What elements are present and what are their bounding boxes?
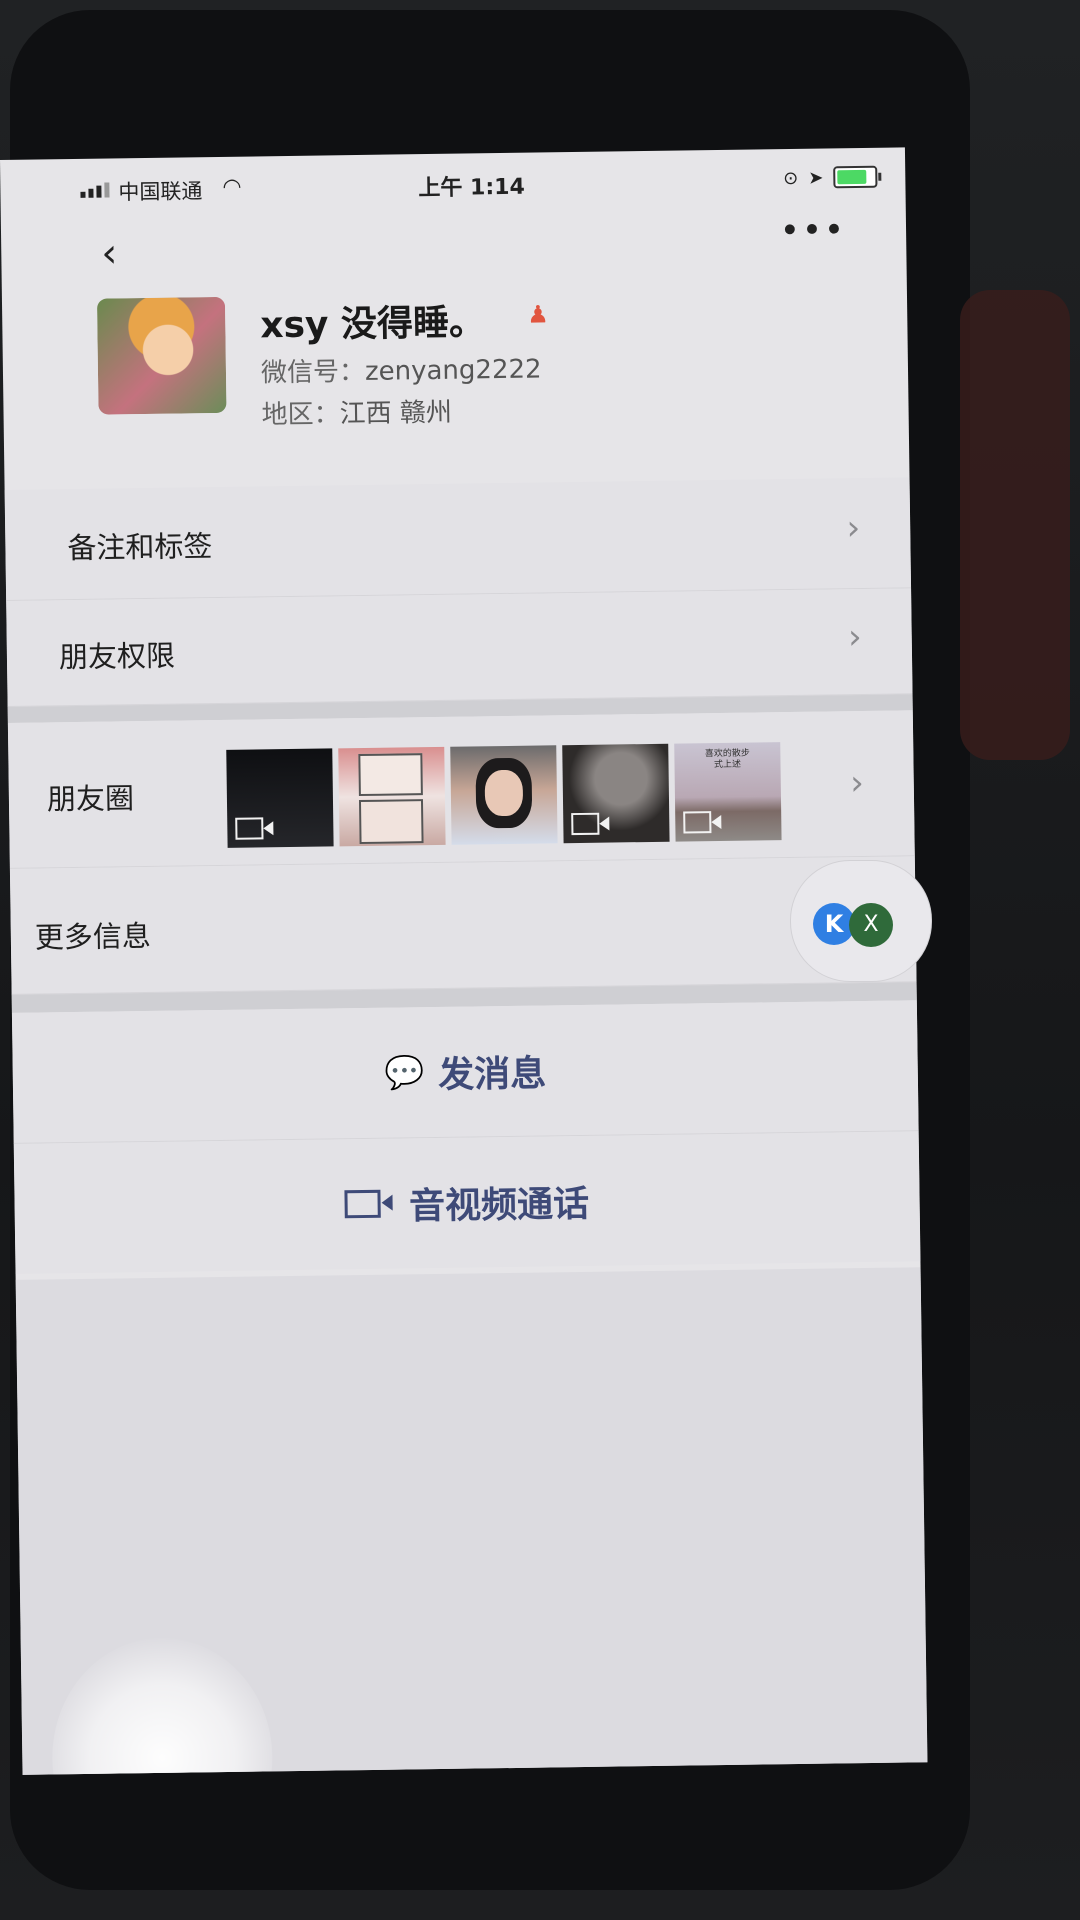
battery-icon <box>833 165 878 189</box>
notes-tags-row[interactable]: 备注和标签 › <box>4 477 912 601</box>
nickname: xsy 没得睡。 <box>260 302 486 347</box>
status-bar: 中国联通 ◠ 上午 1:14 ⊙ ➤ <box>0 147 906 220</box>
chevron-right-icon: › <box>846 508 861 549</box>
close-icon[interactable]: X <box>849 903 893 947</box>
region-value: 江西 赣州 <box>339 397 453 430</box>
region: 地区：江西 赣州 <box>261 392 452 432</box>
moments-label: 朋友圈 <box>46 781 135 817</box>
phone-screen: 中国联通 ◠ 上午 1:14 ⊙ ➤ ‹ ••• xsy 没得睡。 ♟ 微信号：… <box>0 147 928 1775</box>
chevron-right-icon: › <box>849 763 865 804</box>
floating-widget[interactable]: K X <box>790 860 932 982</box>
send-message-button[interactable]: 💬 发消息 <box>11 1000 919 1144</box>
rotation-lock-icon: ⊙ <box>782 167 799 189</box>
video-icon <box>683 811 712 834</box>
moments-row[interactable]: 朋友圈 喜欢的散步 式上述 › <box>7 710 915 869</box>
friend-permissions-label: 朋友权限 <box>58 638 176 675</box>
background-object <box>960 290 1070 760</box>
chevron-right-icon: › <box>847 617 863 658</box>
carrier-label: 中国联通 <box>118 179 203 205</box>
photo-frame: 中国联通 ◠ 上午 1:14 ⊙ ➤ ‹ ••• xsy 没得睡。 ♟ 微信号：… <box>0 0 1080 1920</box>
thumbnail-caption: 喜欢的散步 式上述 <box>704 748 750 770</box>
avatar[interactable] <box>96 296 227 415</box>
more-options-button[interactable]: ••• <box>780 210 847 251</box>
video-call-label: 音视频通话 <box>408 1183 590 1228</box>
moments-thumbnail[interactable] <box>562 743 670 844</box>
region-label: 地区： <box>261 399 340 431</box>
profile-header: xsy 没得睡。 ♟ 微信号：zenyang2222 地区：江西 赣州 <box>96 288 879 439</box>
moments-thumbnail[interactable] <box>450 745 558 845</box>
moments-thumbnails: 喜欢的散步 式上述 <box>226 742 782 848</box>
video-icon <box>235 817 264 840</box>
status-time: 上午 1:14 <box>418 174 525 202</box>
moments-thumbnail[interactable] <box>338 746 446 847</box>
gender-icon: ♟ <box>527 300 549 329</box>
more-info-label: 更多信息 <box>34 918 152 955</box>
back-button[interactable]: ‹ <box>101 230 118 276</box>
photo-frame-detail <box>358 799 424 845</box>
location-icon: ➤ <box>808 167 824 189</box>
moments-thumbnail[interactable] <box>226 748 334 848</box>
photo-frame-detail <box>358 753 423 797</box>
wifi-icon: ◠ <box>222 174 242 200</box>
message-icon: 💬 <box>384 1053 425 1092</box>
wechat-id-label: 微信号： <box>260 356 366 389</box>
signal-icon <box>80 182 110 198</box>
send-message-label: 发消息 <box>437 1053 547 1096</box>
friend-permissions-row[interactable]: 朋友权限 › <box>6 588 913 707</box>
notes-tags-label: 备注和标签 <box>67 529 213 566</box>
status-right: ⊙ ➤ <box>782 165 878 189</box>
battery-fill <box>837 169 867 185</box>
wechat-id: 微信号：zenyang2222 <box>261 348 542 389</box>
video-call-button[interactable]: 音视频通话 <box>13 1131 921 1274</box>
more-info-row[interactable]: 更多信息 <box>9 856 917 995</box>
portrait-face <box>484 769 524 817</box>
moments-thumbnail[interactable]: 喜欢的散步 式上述 <box>674 742 782 842</box>
video-icon <box>571 812 600 836</box>
wechat-id-value: zenyang2222 <box>364 354 542 387</box>
video-camera-icon <box>344 1189 382 1219</box>
